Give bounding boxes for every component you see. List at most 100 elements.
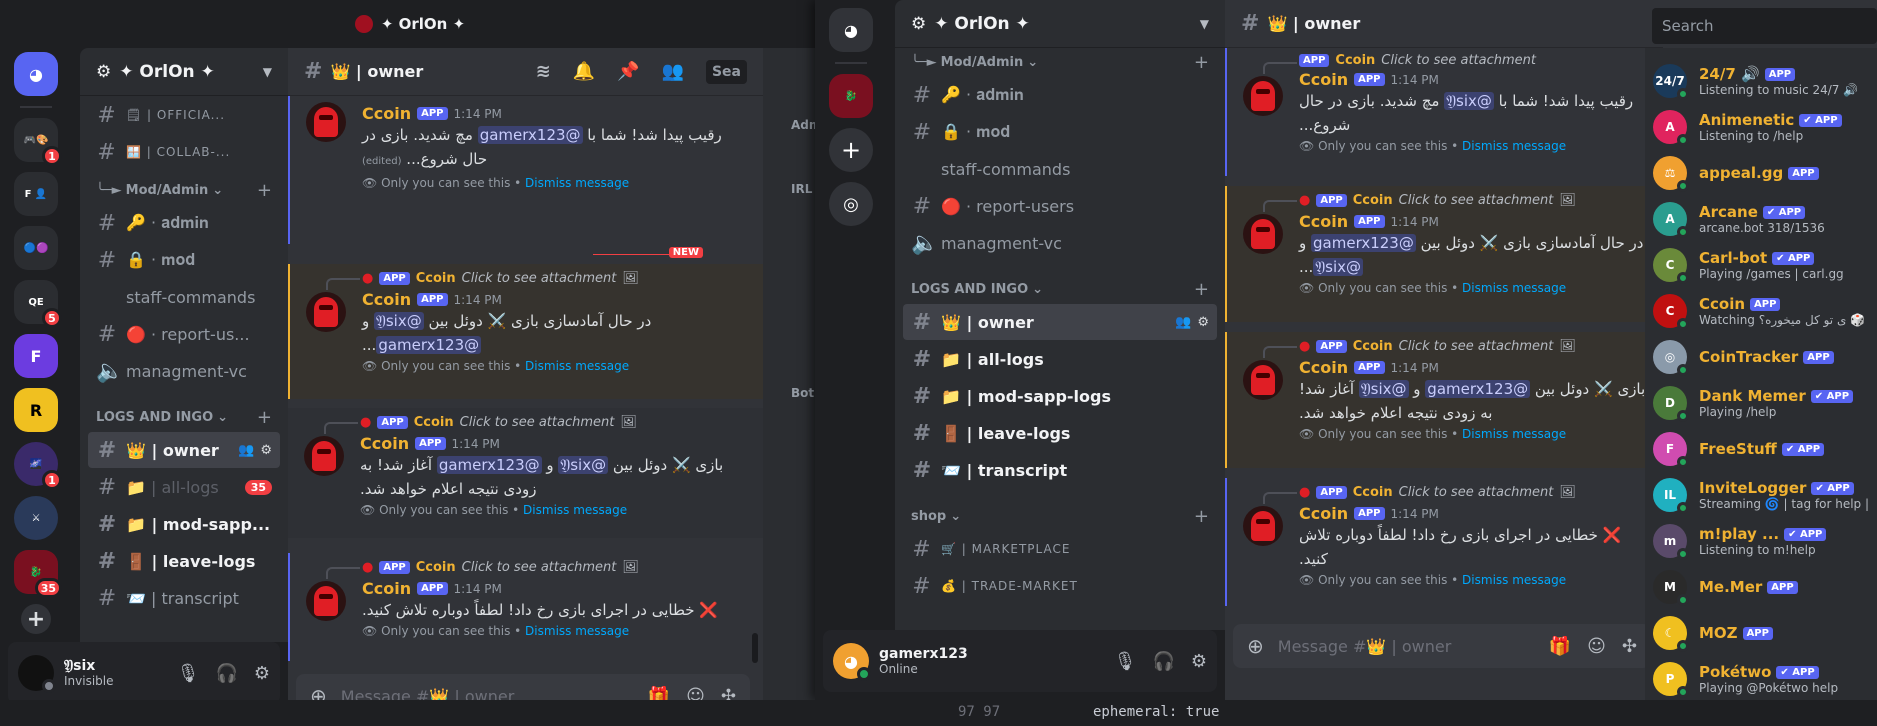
guild-icon[interactable]: 🌌 1 (14, 442, 62, 490)
member-item[interactable]: D Dank Memer ✔ APP Playing /help (1645, 380, 1877, 426)
user-mention[interactable]: @𝔜six (1358, 380, 1409, 398)
category-shop[interactable]: shop ⌄ + (895, 502, 1225, 530)
channel-report-users[interactable]: # 🔴 · report-us... (88, 316, 280, 352)
member-item[interactable]: IL InviteLogger ✔ APP Streaming 🌀 | tag for… (1645, 472, 1877, 518)
discord-home-icon[interactable]: ◕ (14, 52, 58, 96)
channel-transcript[interactable]: # 📨 | transcript (903, 452, 1217, 488)
user-mention[interactable]: @𝔜six (1444, 92, 1494, 110)
dismiss-link[interactable]: Dismiss message (523, 503, 627, 517)
bell-icon[interactable]: 🔔 (573, 61, 595, 82)
channel-transcript[interactable]: # 📨 | transcript (88, 580, 280, 616)
user-mention[interactable]: @𝔜six (558, 456, 609, 474)
server-header[interactable]: ⚙ ✦ OrlOn ✦ ▼ (80, 48, 288, 96)
search-input[interactable]: Sea (705, 59, 747, 84)
member-item[interactable]: m m!play ... ✔ APP Listening to m!help (1645, 518, 1877, 564)
category-logs[interactable]: LOGS AND INGO ⌄ + (895, 275, 1225, 303)
reply-reference[interactable]: ● APP Ccoin Click to see attachment 🖼 (1263, 190, 1647, 212)
member-item[interactable]: C Ccoin APP Watching ی تو کل میخوره؟ 🎲 (1645, 288, 1877, 334)
discord-home-icon[interactable]: ◕ (829, 8, 873, 52)
channel-staff-commands[interactable]: #staff-commands (903, 151, 1217, 187)
reply-reference[interactable]: ● APP Ccoin Click to see attachment 🖼 (324, 412, 747, 434)
message-composer[interactable]: ⊕ Message #👑 | owner 🎁 ☺ ✣ (1233, 624, 1651, 668)
channel-mod-sapp[interactable]: # 📁 | mod-sapp... (88, 506, 280, 542)
reply-reference[interactable]: ● APP Ccoin Click to see attachment 🖼 (326, 268, 747, 290)
member-item[interactable]: ⚖ appeal.gg APP (1645, 150, 1877, 196)
pin-icon[interactable]: 📌 (617, 61, 639, 82)
microphone-icon[interactable]: 🎙 (1114, 651, 1137, 672)
headphones-icon[interactable]: 🎧 (215, 663, 237, 684)
guild-icon-orlon[interactable]: 🐉 (829, 74, 873, 118)
dismiss-link[interactable]: Dismiss message (1462, 281, 1566, 295)
reply-reference[interactable]: ● APP Ccoin Click to see attachment 🖼 (1263, 336, 1647, 358)
channel-mod[interactable]: # 🔒 · 𝐦𝐨𝐝 (903, 114, 1217, 150)
avatar[interactable] (18, 655, 56, 693)
microphone-icon[interactable]: 🎙 (177, 663, 200, 684)
member-item[interactable]: 24/7 24/7 🔊 APP Listening to music 24/7 🔊 (1645, 58, 1877, 104)
dismiss-link[interactable]: Dismiss message (1462, 427, 1566, 441)
guild-folder-icon[interactable]: 🔵🟣 (14, 226, 58, 270)
guild-icon-r[interactable]: R (14, 388, 58, 432)
search-input[interactable]: Search (1652, 8, 1877, 44)
channel-collab[interactable]: # 🪟 | COLLAB-... (88, 134, 280, 170)
user-mention[interactable]: @gamerx123 (376, 336, 482, 354)
scrollbar[interactable] (752, 633, 758, 663)
dismiss-link[interactable]: Dismiss message (1462, 139, 1566, 153)
channel-staff-commands[interactable]: #staff-commands (88, 279, 280, 315)
settings-icon[interactable]: ⚙ (1191, 651, 1207, 672)
server-header[interactable]: ⚙ ✦ OrlOn ✦ ▼ (895, 0, 1225, 48)
member-item[interactable]: M Me.Mer APP (1645, 564, 1877, 610)
discover-icon[interactable]: ◎ (829, 182, 873, 226)
channel-leave-logs[interactable]: # 🚪 | leave-logs (903, 415, 1217, 451)
message-input[interactable]: Message #👑 | owner (1278, 637, 1452, 656)
channel-owner-active[interactable]: # 👑 | owner 👥 ⚙ (88, 432, 280, 468)
guild-folder-icon[interactable]: QE 5 (14, 280, 62, 328)
member-item[interactable]: A Animenetic ✔ APP Listening to /help (1645, 104, 1877, 150)
user-mention[interactable]: @𝔜six (374, 312, 424, 330)
dismiss-link[interactable]: Dismiss message (525, 624, 629, 638)
guild-icon-f[interactable]: F (14, 334, 58, 378)
guild-folder-icon[interactable]: F 👤 (14, 172, 58, 216)
threads-icon[interactable]: ≋ (536, 61, 551, 82)
category-mod-admin[interactable]: ╰─► Mod/Admin ⌄ + (80, 176, 288, 204)
channel-all-logs[interactable]: # 📁 | all-logs (903, 341, 1217, 377)
dismiss-link[interactable]: Dismiss message (525, 359, 629, 373)
channel-admin[interactable]: # 🔑 · 𝐚𝐝𝐦𝐢𝐧 (88, 205, 280, 241)
dismiss-link[interactable]: Dismiss message (525, 176, 629, 190)
avatar[interactable]: ◕ (833, 643, 871, 681)
channel-all-logs[interactable]: # 📁 | all-logs 35 (88, 469, 280, 505)
member-item[interactable]: ◎ CoinTracker APP (1645, 334, 1877, 380)
member-item[interactable]: A Arcane ✔ APP arcane.bot 318/1536 (1645, 196, 1877, 242)
voice-channel-managment[interactable]: 🔈 managment-vc (903, 225, 1217, 261)
member-item[interactable]: F FreeStuff ✔ APP (1645, 426, 1877, 472)
member-item[interactable]: P Pokétwo ✔ APP Playing @Pokétwo help (1645, 656, 1877, 700)
dismiss-link[interactable]: Dismiss message (1462, 573, 1566, 587)
channel-mod-sapp-logs[interactable]: # 📁 | mod-sapp-logs (903, 378, 1217, 414)
emoji-icon[interactable]: ☺ (1587, 636, 1606, 657)
add-attachment-icon[interactable]: ⊕ (1247, 634, 1264, 658)
user-mention[interactable]: @gamerx123 (477, 126, 583, 144)
user-mention[interactable]: @gamerx123 (1311, 234, 1416, 252)
voice-channel-managment[interactable]: 🔈 managment-vc (88, 353, 280, 389)
channel-marketplace[interactable]: # 🛒 | MARKETPLACE (903, 531, 1217, 567)
guild-icon[interactable]: ⚔ (14, 496, 58, 540)
channel-report-users[interactable]: # 🔴 · report-users (903, 188, 1217, 224)
channel-mod[interactable]: # 🔒 · 𝐦𝐨𝐝 (88, 242, 280, 278)
user-mention[interactable]: @gamerx123 (436, 456, 542, 474)
member-item[interactable]: C Carl-bot ✔ APP Playing /games | carl.gg (1645, 242, 1877, 288)
guild-icon-orlon[interactable]: 🐉 35 (14, 550, 62, 598)
channel-trade-market[interactable]: # 💰 | TRADE-MARKET (903, 568, 1217, 604)
add-server-icon[interactable]: + (21, 604, 51, 634)
gift-icon[interactable]: 🎁 (1549, 636, 1571, 657)
user-mention[interactable]: @gamerx123 (1425, 380, 1531, 398)
channel-leave-logs[interactable]: # 🚪 | leave-logs (88, 543, 280, 579)
members-icon[interactable]: 👥 (662, 61, 684, 82)
guild-folder-icon[interactable]: 🎮🎨 1 (14, 118, 62, 166)
reply-reference[interactable]: APP Ccoin Click to see attachment (1263, 52, 1647, 74)
category-mod-admin[interactable]: ╰─► Mod/Admin ⌄ + (895, 48, 1225, 76)
settings-icon[interactable]: ⚙ (254, 663, 270, 684)
add-server-icon[interactable]: + (829, 128, 873, 172)
apps-icon[interactable]: ✣ (1622, 636, 1637, 657)
member-item[interactable]: ☾ MOZ APP (1645, 610, 1877, 656)
category-logs[interactable]: LOGS AND INGO ⌄ + (80, 403, 288, 431)
channel-owner-active[interactable]: # 👑 | owner 👥 ⚙ (903, 304, 1217, 340)
